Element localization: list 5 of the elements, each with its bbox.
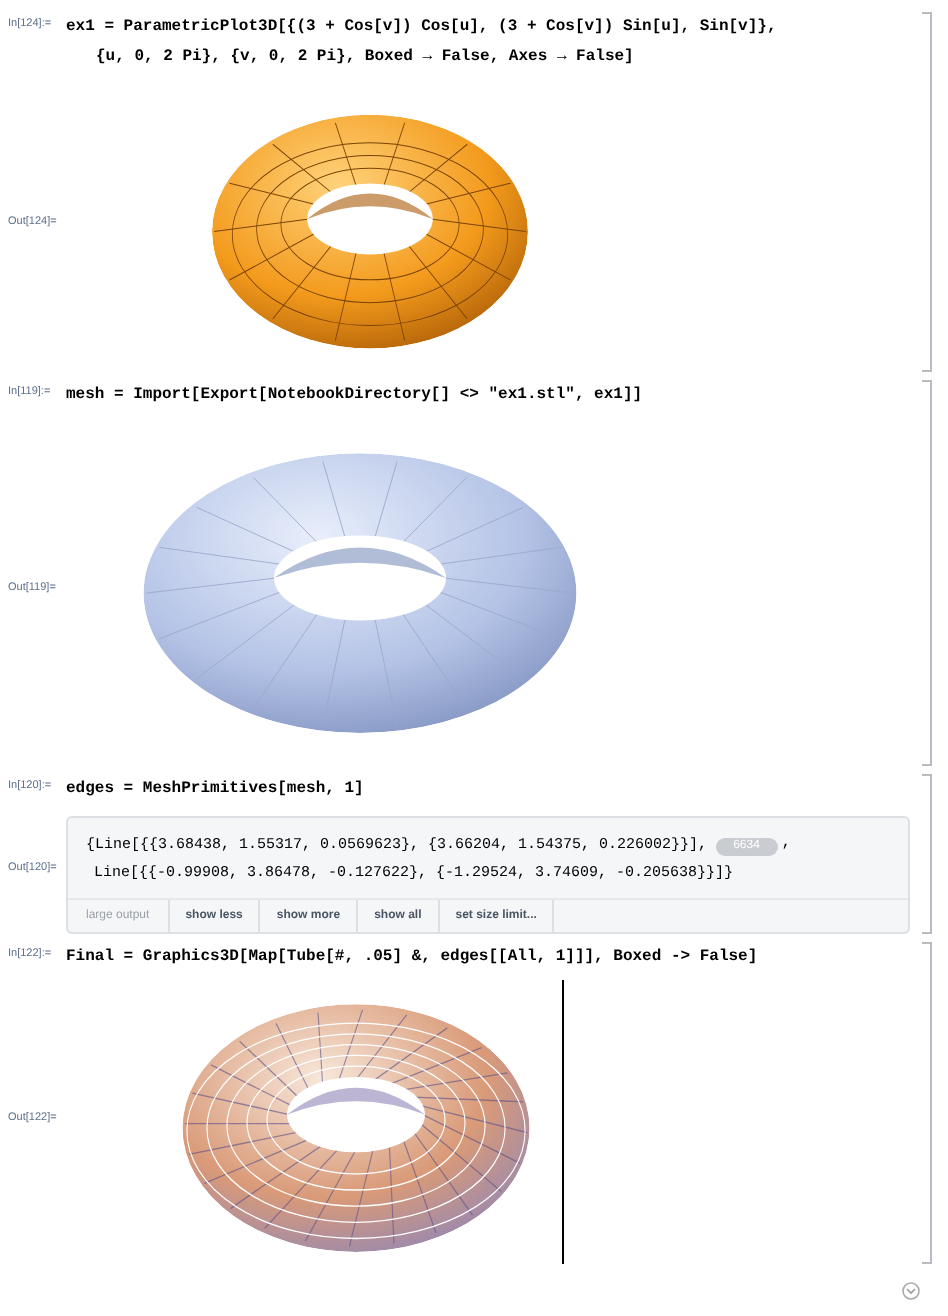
code-line[interactable]: Final = Graphics3D[Map[Tube[#, .05] &, edges[[All, 1]]], Boxed -> False] [66, 942, 758, 972]
code-line[interactable]: ex1 = ParametricPlot3D[{(3 + Cos[v]) Cos[u], (3 + Cos[v]) Sin[u], Sin[v]}, [66, 12, 777, 42]
code-line[interactable]: edges = MeshPrimitives[mesh, 1] [66, 774, 364, 804]
code-line[interactable]: mesh = Import[Export[NotebookDirectory[] <> "ex1.stl", ex1]] [66, 380, 643, 410]
code-line[interactable]: {u, 0, 2 Pi}, {v, 0, 2 Pi}, Boxed → False, Axes → False] [66, 42, 777, 72]
